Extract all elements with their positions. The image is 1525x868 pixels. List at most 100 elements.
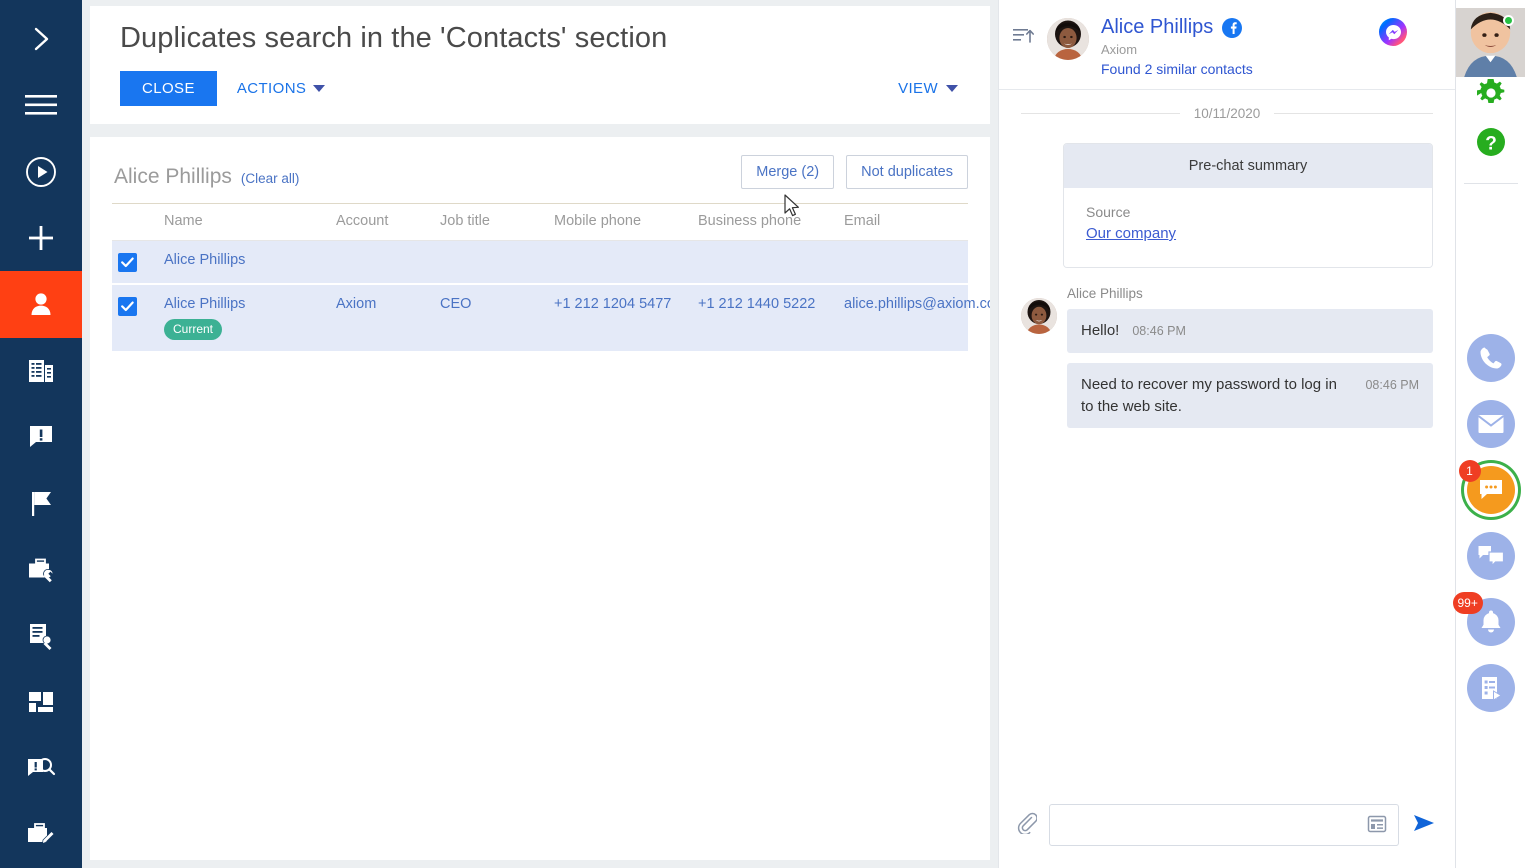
cell-mobile-phone[interactable]: +1 212 1204 5477: [548, 284, 692, 351]
date-label: 10/11/2020: [1193, 106, 1261, 121]
message-text: Hello!: [1081, 322, 1120, 339]
row-checkbox[interactable]: [118, 253, 137, 272]
play-circle-icon[interactable]: [0, 139, 82, 205]
table-header: Name Account Job title Mobile phone Busi…: [112, 203, 968, 241]
avatar: [1047, 18, 1089, 60]
message-group: Alice Phillips Hello! 08:46 PM Need to r…: [1021, 286, 1433, 438]
contact-name-link[interactable]: Alice Phillips: [164, 296, 245, 312]
prechat-summary-card: Pre-chat summary Source Our company: [1063, 143, 1433, 268]
accounts-icon[interactable]: [0, 338, 82, 404]
similar-contacts-link[interactable]: Found 2 similar contacts: [1101, 61, 1439, 77]
separator-line: [1274, 113, 1434, 114]
app-root: Duplicates search in the 'Contacts' sect…: [0, 0, 1525, 868]
view-dropdown[interactable]: VIEW: [896, 71, 960, 106]
cases-icon[interactable]: [0, 404, 82, 470]
column-header-account: Account: [330, 203, 434, 241]
header-actions: CLOSE ACTIONS: [120, 71, 960, 106]
duplicates-panel: Alice Phillips (Clear all) Merge (2) Not…: [90, 137, 990, 860]
cell-account[interactable]: Axiom: [330, 284, 434, 351]
message-bubble: Need to recover my password to log in to…: [1067, 362, 1433, 429]
divider: [1463, 183, 1518, 184]
column-header-select: [112, 203, 158, 241]
chat-header: Alice Phillips Axiom Found 2 similar con…: [999, 0, 1455, 90]
separator-line: [1021, 113, 1180, 114]
chat-messages: 10/11/2020 Pre-chat summary Source Our c…: [999, 90, 1455, 790]
duplicates-table: Name Account Job title Mobile phone Busi…: [112, 203, 990, 351]
feed-icon[interactable]: [1466, 664, 1515, 712]
cell-name[interactable]: Alice Phillips: [158, 240, 330, 285]
cell-mobile-phone: [548, 240, 692, 285]
cell-business-phone[interactable]: +1 212 1440 5222: [692, 284, 838, 351]
chevron-down-icon: [313, 85, 326, 92]
case-search-icon[interactable]: [0, 735, 82, 801]
page-title: Duplicates search in the 'Contacts' sect…: [120, 22, 668, 54]
duplicate-group-title: Alice Phillips: [114, 165, 232, 188]
prechat-title: Pre-chat summary: [1064, 144, 1432, 188]
row-checkbox-cell: [112, 284, 158, 351]
plus-icon[interactable]: [0, 205, 82, 271]
notifications-badge: 99+: [1452, 592, 1483, 614]
chat-icon[interactable]: 1: [1458, 460, 1515, 514]
gear-icon[interactable]: [1475, 77, 1507, 114]
message-text: Need to recover my password to log in to…: [1081, 375, 1337, 415]
chat-contact-name[interactable]: Alice Phillips: [1101, 16, 1213, 39]
status-badge: Current: [164, 319, 223, 340]
online-status-indicator: [1503, 15, 1514, 26]
merge-button[interactable]: Merge (2): [741, 155, 835, 189]
chevron-down-icon: [946, 85, 958, 92]
cell-business-phone: [692, 240, 838, 285]
chat-badge: 1: [1458, 460, 1481, 482]
help-icon[interactable]: ?: [1475, 126, 1507, 163]
cell-job-title: CEO: [440, 296, 472, 312]
prechat-source-label: Source: [1086, 204, 1131, 220]
chat-message-input-wrap[interactable]: [1049, 804, 1399, 846]
cell-name[interactable]: Alice Phillips Current: [158, 284, 330, 351]
table-body: Alice Phillips Alice Phillips Current Ax…: [112, 240, 990, 351]
contacts-icon: [31, 293, 51, 316]
duplicate-group-header: Alice Phillips (Clear all) Merge (2) Not…: [112, 155, 968, 203]
attachment-icon[interactable]: [1017, 812, 1038, 839]
prechat-source-link[interactable]: Our company: [1086, 225, 1176, 242]
user-avatar-wrap: [1456, 8, 1525, 77]
column-header-job-title: Job title: [434, 203, 548, 241]
flag-icon[interactable]: [0, 470, 82, 536]
not-duplicates-button[interactable]: Not duplicates: [846, 155, 968, 189]
right-sidebar: ? 1 99+: [1452, 0, 1525, 868]
template-icon[interactable]: [1366, 813, 1388, 838]
actions-dropdown[interactable]: ACTIONS: [235, 71, 327, 106]
svg-text:?: ?: [1485, 134, 1497, 155]
chat-message-input[interactable]: [1062, 817, 1360, 833]
briefcase-edit-icon[interactable]: [0, 802, 82, 868]
dashboard-icon[interactable]: [0, 669, 82, 735]
column-header-email: Email: [838, 203, 968, 241]
table-header-row: Name Account Job title Mobile phone Busi…: [112, 203, 968, 241]
phone-icon[interactable]: [1466, 334, 1515, 382]
email-icon[interactable]: [1466, 400, 1515, 448]
service-briefcase-icon[interactable]: [0, 537, 82, 603]
user-avatar[interactable]: [1456, 8, 1525, 77]
row-checkbox[interactable]: [118, 297, 137, 316]
view-label: VIEW: [898, 80, 938, 97]
messenger-icon[interactable]: [1379, 18, 1407, 46]
table-row[interactable]: Alice Phillips: [112, 240, 968, 285]
expand-arrow-icon[interactable]: [0, 6, 82, 72]
close-button[interactable]: CLOSE: [120, 71, 217, 106]
left-sidebar: [0, 0, 82, 868]
column-header-business-phone: Business phone: [692, 203, 838, 241]
cell-email: [838, 240, 968, 285]
document-wrench-icon[interactable]: [0, 603, 82, 669]
send-button[interactable]: [1411, 812, 1437, 839]
clear-all-link[interactable]: (Clear all): [241, 171, 300, 186]
bell-icon[interactable]: 99+: [1452, 592, 1515, 646]
chat-panel: Alice Phillips Axiom Found 2 similar con…: [998, 0, 1455, 868]
cell-email[interactable]: alice.phillips@axiom.com: [838, 284, 990, 351]
facebook-icon: [1222, 17, 1243, 38]
chats-list-icon[interactable]: [1466, 532, 1515, 580]
prechat-body: Source Our company: [1064, 188, 1432, 267]
sidebar-item-contacts[interactable]: [0, 271, 82, 338]
message-time: 08:46 PM: [1365, 377, 1419, 392]
table-row[interactable]: Alice Phillips Current Axiom CEO +1 212 …: [112, 284, 990, 351]
contact-name-link[interactable]: Alice Phillips: [164, 252, 245, 268]
collapse-panel-icon[interactable]: [1013, 26, 1035, 51]
menu-icon[interactable]: [0, 72, 82, 138]
